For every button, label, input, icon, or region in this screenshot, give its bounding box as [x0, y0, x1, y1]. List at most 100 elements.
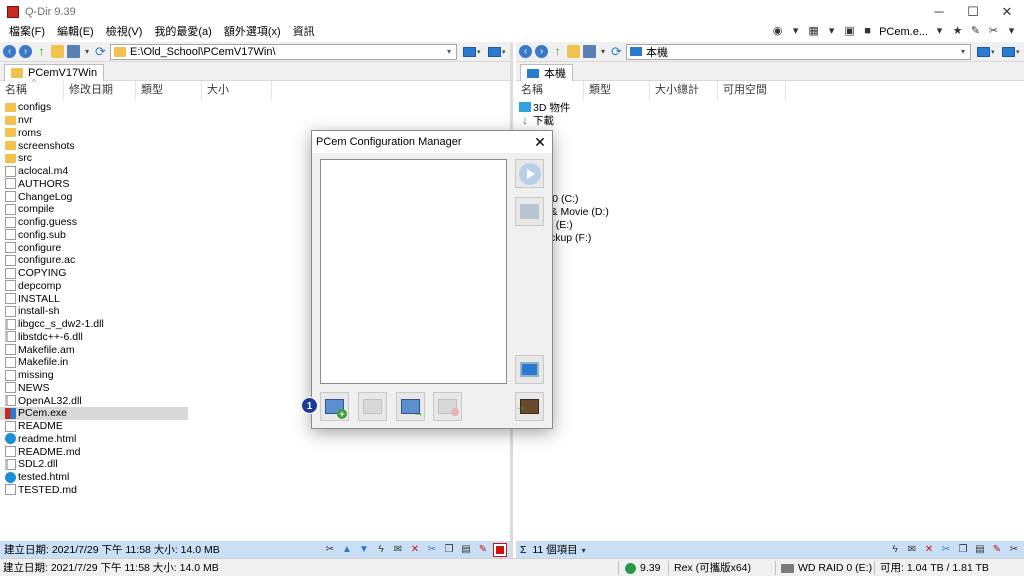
- file-row[interactable]: README: [0, 420, 200, 433]
- file-row[interactable]: TESTED.md: [0, 484, 200, 497]
- close-icon[interactable]: ✕: [532, 131, 548, 153]
- chevron-down-icon[interactable]: ▾: [789, 25, 802, 38]
- copy-icon[interactable]: ❐: [957, 544, 969, 556]
- tools-icon[interactable]: ✂: [324, 544, 336, 556]
- pen-icon[interactable]: ✎: [991, 544, 1003, 556]
- minimize-icon[interactable]: ─: [922, 0, 956, 23]
- settings-monitor-button[interactable]: [515, 355, 544, 384]
- file-row[interactable]: NEWS: [0, 382, 200, 395]
- layout-icon[interactable]: ▦: [807, 25, 820, 38]
- view-grid-icon[interactable]: [583, 45, 596, 58]
- file-row[interactable]: Makefile.in: [0, 356, 200, 369]
- file-row[interactable]: depcomp: [0, 280, 200, 293]
- file-row[interactable]: PCem.exe: [0, 407, 188, 420]
- pen-icon[interactable]: ✎: [477, 544, 489, 556]
- forward-icon[interactable]: ›: [19, 45, 32, 58]
- chevron-down-icon[interactable]: ▾: [1005, 25, 1018, 38]
- file-row[interactable]: config.sub: [0, 229, 200, 242]
- column-size[interactable]: 大小: [202, 81, 272, 100]
- favorite-program-label[interactable]: PCem.e...: [879, 26, 928, 38]
- pin-icon[interactable]: ✎: [969, 25, 982, 38]
- cut-icon[interactable]: ✂: [940, 544, 952, 556]
- up-arrow-icon[interactable]: ↑: [551, 45, 564, 58]
- tools-icon[interactable]: ✂: [1008, 544, 1020, 556]
- menu-view[interactable]: 檢視(V): [100, 23, 149, 42]
- right-view-button[interactable]: ▾: [977, 45, 999, 59]
- chevron-down-icon[interactable]: ▾: [825, 25, 838, 38]
- file-row[interactable]: configure: [0, 241, 200, 254]
- up-arrow-icon[interactable]: ↑: [35, 45, 48, 58]
- paste-icon[interactable]: ▤: [974, 544, 986, 556]
- tools-icon[interactable]: ✂: [987, 25, 1000, 38]
- delete-config-button[interactable]: [433, 392, 462, 421]
- file-row[interactable]: SDL2.dll: [0, 458, 200, 471]
- add-config-button[interactable]: [320, 392, 349, 421]
- tab-this-pc[interactable]: 本機: [520, 64, 573, 81]
- list-item[interactable]: ↓ 下載: [516, 114, 716, 127]
- chevron-down-icon[interactable]: ▾: [956, 47, 970, 56]
- column-modified[interactable]: 修改日期: [64, 81, 136, 100]
- chevron-down-icon[interactable]: ▾: [442, 47, 456, 56]
- column-free-space[interactable]: 可用空間: [718, 81, 786, 100]
- forward-icon[interactable]: ›: [535, 45, 548, 58]
- menu-edit[interactable]: 編輯(E): [51, 23, 100, 42]
- menu-info[interactable]: 資訊: [287, 23, 321, 42]
- file-row[interactable]: COPYING: [0, 267, 200, 280]
- file-row[interactable]: src: [0, 152, 200, 165]
- monitor-icon[interactable]: ▣: [843, 25, 856, 38]
- exit-button[interactable]: [515, 392, 544, 421]
- star-icon[interactable]: ★: [951, 25, 964, 38]
- file-row[interactable]: libstdc++-6.dll: [0, 331, 200, 344]
- back-icon[interactable]: ‹: [519, 45, 532, 58]
- paste-icon[interactable]: ▤: [460, 544, 472, 556]
- file-row[interactable]: configure.ac: [0, 254, 200, 267]
- menu-file[interactable]: 檔案(F): [3, 23, 51, 42]
- file-row[interactable]: screenshots: [0, 139, 200, 152]
- file-row[interactable]: configs: [0, 101, 200, 114]
- left-view-button-2[interactable]: ▾: [488, 45, 510, 59]
- file-row[interactable]: readme.html: [0, 433, 200, 446]
- left-view-button[interactable]: ▾: [463, 45, 485, 59]
- file-row[interactable]: compile: [0, 203, 200, 216]
- configure-button[interactable]: [515, 197, 544, 226]
- chevron-down-icon[interactable]: ▾: [599, 45, 607, 58]
- copy-icon[interactable]: ❐: [443, 544, 455, 556]
- arrow-up-icon[interactable]: ▲: [341, 544, 353, 556]
- file-row[interactable]: config.guess: [0, 216, 200, 229]
- file-row[interactable]: ChangeLog: [0, 190, 200, 203]
- file-row[interactable]: INSTALL: [0, 292, 200, 305]
- back-icon[interactable]: ‹: [3, 45, 16, 58]
- file-row[interactable]: libgcc_s_dw2-1.dll: [0, 318, 200, 331]
- right-view-button-2[interactable]: ▾: [1002, 45, 1024, 59]
- mail-icon[interactable]: ✉: [392, 544, 404, 556]
- refresh-icon[interactable]: ⟳: [610, 45, 623, 58]
- tab-pcemv17win[interactable]: PCemV17Win: [4, 64, 105, 81]
- maximize-icon[interactable]: ☐: [956, 0, 990, 23]
- view-grid-icon[interactable]: [67, 45, 80, 58]
- file-row[interactable]: nvr: [0, 114, 200, 127]
- column-name[interactable]: 名稱: [0, 81, 64, 100]
- copy-config-button[interactable]: [396, 392, 425, 421]
- close-icon[interactable]: ✕: [990, 0, 1024, 23]
- menu-favorites[interactable]: 我的最愛(a): [148, 23, 217, 42]
- delete-icon[interactable]: ✕: [923, 544, 935, 556]
- lightning-icon[interactable]: ϟ: [889, 544, 901, 556]
- folder-icon[interactable]: [567, 45, 580, 58]
- column-type[interactable]: 類型: [584, 81, 650, 100]
- file-row[interactable]: Makefile.am: [0, 343, 200, 356]
- rename-config-button[interactable]: [358, 392, 387, 421]
- column-total-size[interactable]: 大小總計: [650, 81, 718, 100]
- file-row[interactable]: README.md: [0, 445, 200, 458]
- folder-icon[interactable]: [51, 45, 64, 58]
- mail-icon[interactable]: ✉: [906, 544, 918, 556]
- file-row[interactable]: aclocal.m4: [0, 165, 200, 178]
- chevron-down-icon[interactable]: ▾: [933, 25, 946, 38]
- stop-icon[interactable]: [493, 542, 507, 557]
- right-address-bar[interactable]: 本機 ▾: [626, 43, 971, 60]
- run-config-button[interactable]: [515, 159, 544, 188]
- chevron-down-icon[interactable]: ▾: [582, 546, 586, 555]
- right-address-text[interactable]: 本機: [646, 44, 956, 60]
- file-row[interactable]: OpenAL32.dll: [0, 394, 200, 407]
- file-row[interactable]: roms: [0, 127, 200, 140]
- menu-extras[interactable]: 額外選項(x): [218, 23, 287, 42]
